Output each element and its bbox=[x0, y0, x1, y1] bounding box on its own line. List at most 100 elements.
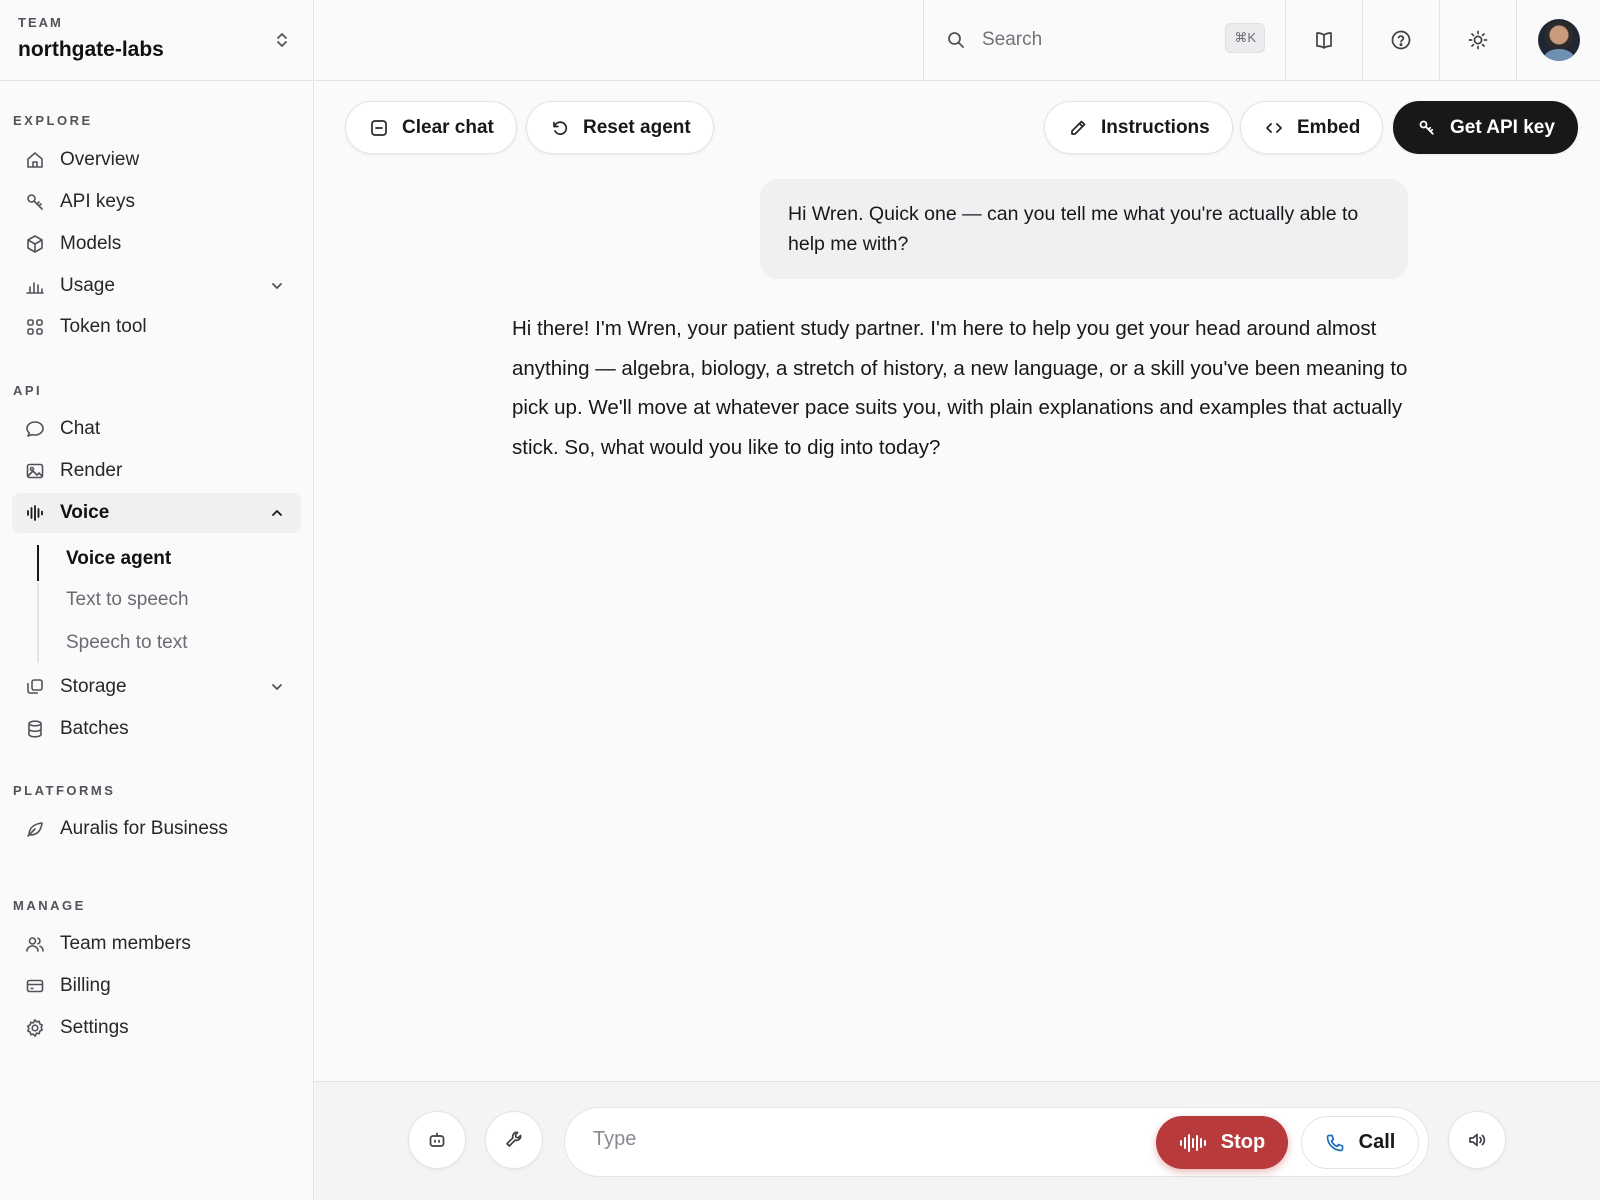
leaf-icon bbox=[25, 819, 45, 839]
sidebar-item-label: Overview bbox=[60, 149, 140, 170]
agent-button[interactable] bbox=[408, 1111, 466, 1169]
sidebar-item-label: Models bbox=[60, 233, 122, 254]
sidebar-subitem-text-to-speech[interactable]: Text to speech bbox=[66, 589, 189, 611]
search-bar[interactable]: Search ⌘K bbox=[923, 0, 1285, 80]
sidebar-item-label: Storage bbox=[60, 676, 127, 697]
sidebar-item-api-keys[interactable]: API keys bbox=[12, 182, 301, 222]
copy-icon bbox=[25, 677, 45, 697]
search-shortcut-badge: ⌘K bbox=[1225, 23, 1265, 53]
sidebar-item-label: Team members bbox=[60, 933, 191, 954]
sub-indicator-track bbox=[37, 583, 39, 663]
phone-icon bbox=[1325, 1133, 1345, 1153]
help-circle-icon bbox=[1390, 29, 1412, 51]
clear-chat-label: Clear chat bbox=[402, 116, 494, 138]
sidebar-item-billing[interactable]: Billing bbox=[12, 966, 301, 1006]
section-label-api: API bbox=[13, 383, 43, 398]
volume-icon bbox=[1467, 1130, 1487, 1150]
sidebar-subitem-voice-agent[interactable]: Voice agent bbox=[66, 548, 171, 570]
instructions-label: Instructions bbox=[1101, 116, 1210, 138]
cube-icon bbox=[25, 234, 45, 254]
call-label: Call bbox=[1358, 1131, 1396, 1153]
sidebar-item-chat[interactable]: Chat bbox=[12, 409, 301, 449]
search-icon bbox=[946, 30, 966, 50]
stop-label: Stop bbox=[1220, 1131, 1266, 1153]
sidebar-item-render[interactable]: Render bbox=[12, 451, 301, 491]
sub-indicator-active bbox=[37, 545, 39, 581]
chevron-up-icon bbox=[269, 505, 285, 521]
key-icon bbox=[1418, 119, 1436, 137]
sidebar-item-models[interactable]: Models bbox=[12, 224, 301, 264]
sidebar-item-team-members[interactable]: Team members bbox=[12, 924, 301, 964]
wrench-icon bbox=[504, 1130, 524, 1150]
credit-card-icon bbox=[25, 976, 45, 996]
sidebar-item-label: Usage bbox=[60, 275, 115, 296]
account-button[interactable] bbox=[1516, 0, 1600, 80]
code-icon bbox=[1265, 119, 1283, 137]
embed-button[interactable]: Embed bbox=[1240, 101, 1384, 154]
users-icon bbox=[25, 934, 45, 954]
sidebar-item-label: Billing bbox=[60, 975, 111, 996]
sidebar-item-label: Voice bbox=[60, 502, 110, 523]
sidebar-item-label: Batches bbox=[60, 718, 129, 739]
sidebar-subitem-speech-to-text[interactable]: Speech to text bbox=[66, 632, 187, 654]
theme-toggle-button[interactable] bbox=[1439, 0, 1516, 80]
tools-button[interactable] bbox=[485, 1111, 543, 1169]
get-api-key-button[interactable]: Get API key bbox=[1393, 101, 1578, 154]
sidebar-item-label: Settings bbox=[60, 1017, 129, 1038]
database-icon bbox=[25, 719, 45, 739]
avatar bbox=[1537, 19, 1580, 61]
sidebar-item-voice[interactable]: Voice bbox=[12, 493, 301, 533]
chat-bubble-icon bbox=[25, 419, 45, 439]
sidebar: TEAM northgate-labs EXPLORE Overview API… bbox=[0, 0, 314, 1200]
sidebar-item-token-tool[interactable]: Token tool bbox=[12, 307, 301, 347]
user-message-bubble: Hi Wren. Quick one — can you tell me wha… bbox=[760, 179, 1408, 279]
team-switcher[interactable]: TEAM northgate-labs bbox=[0, 0, 313, 81]
chevron-down-icon bbox=[269, 679, 285, 695]
bar-chart-icon bbox=[25, 276, 45, 296]
speaker-button[interactable] bbox=[1448, 1111, 1506, 1169]
team-label: TEAM bbox=[18, 15, 63, 30]
waveform-icon bbox=[1179, 1132, 1209, 1154]
pencil-icon bbox=[1069, 119, 1087, 137]
reset-agent-label: Reset agent bbox=[583, 116, 691, 138]
embed-label: Embed bbox=[1297, 116, 1361, 138]
chevron-up-down-icon[interactable] bbox=[273, 30, 291, 50]
waveform-icon bbox=[25, 503, 45, 523]
gear-icon bbox=[25, 1018, 45, 1038]
sidebar-item-auralis-business[interactable]: Auralis for Business bbox=[12, 809, 301, 849]
reset-agent-button[interactable]: Reset agent bbox=[526, 101, 714, 154]
sidebar-item-overview[interactable]: Overview bbox=[12, 140, 301, 180]
bot-icon bbox=[427, 1130, 447, 1150]
rotate-ccw-icon bbox=[551, 119, 569, 137]
section-label-platforms: PLATFORMS bbox=[13, 783, 116, 798]
assistant-message: Hi there! I'm Wren, your patient study p… bbox=[512, 317, 1408, 459]
message-input[interactable] bbox=[593, 1128, 1093, 1151]
call-button[interactable]: Call bbox=[1301, 1116, 1419, 1169]
chevron-down-icon bbox=[269, 278, 285, 294]
minus-square-icon bbox=[370, 119, 388, 137]
docs-button[interactable] bbox=[1285, 0, 1362, 80]
sidebar-item-settings[interactable]: Settings bbox=[12, 1008, 301, 1048]
search-placeholder: Search bbox=[982, 29, 1043, 50]
sidebar-item-usage[interactable]: Usage bbox=[12, 266, 301, 306]
sidebar-item-label: Chat bbox=[60, 418, 101, 439]
help-button[interactable] bbox=[1362, 0, 1439, 80]
section-label-explore: EXPLORE bbox=[13, 113, 93, 128]
sidebar-item-label: Token tool bbox=[60, 316, 147, 337]
clear-chat-button[interactable]: Clear chat bbox=[345, 101, 517, 154]
sidebar-item-label: Render bbox=[60, 460, 123, 481]
instructions-button[interactable]: Instructions bbox=[1044, 101, 1233, 154]
sidebar-item-label: API keys bbox=[60, 191, 135, 212]
image-icon bbox=[25, 461, 45, 481]
book-open-icon bbox=[1313, 29, 1335, 51]
home-icon bbox=[25, 150, 45, 170]
grid-icon bbox=[25, 317, 45, 337]
stop-button[interactable]: Stop bbox=[1156, 1116, 1288, 1169]
key-icon bbox=[25, 192, 45, 212]
sidebar-item-label: Auralis for Business bbox=[60, 818, 228, 839]
sidebar-item-storage[interactable]: Storage bbox=[12, 667, 301, 707]
top-bar: Search ⌘K bbox=[315, 0, 1600, 81]
message-input-container: Stop Call bbox=[564, 1107, 1429, 1177]
sun-icon bbox=[1467, 29, 1489, 51]
sidebar-item-batches[interactable]: Batches bbox=[12, 709, 301, 749]
